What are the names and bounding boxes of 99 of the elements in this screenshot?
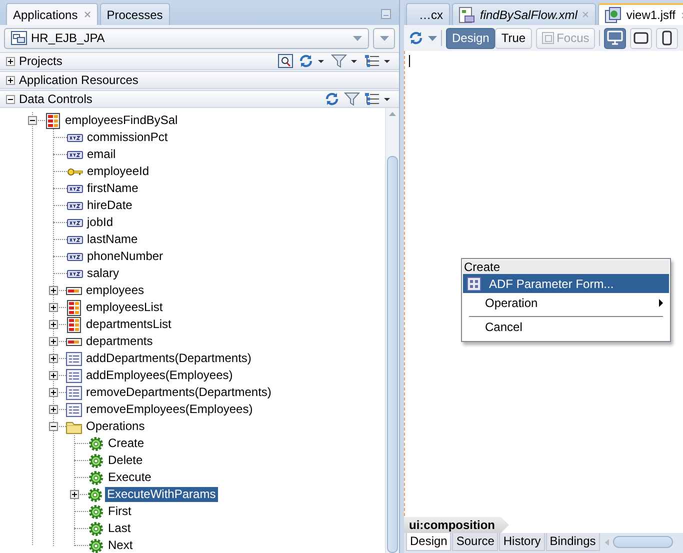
table-icon (45, 112, 61, 128)
refresh-icon[interactable] (408, 30, 424, 46)
method-icon (66, 368, 82, 384)
scrollbar-thumb[interactable] (387, 156, 398, 553)
tree-item[interactable]: lastName (85, 232, 140, 247)
refresh-icon[interactable] (298, 53, 314, 69)
expand-toggle[interactable] (49, 337, 58, 346)
gear-icon (87, 486, 103, 502)
tree-item[interactable]: phoneNumber (85, 249, 166, 264)
editor-mode-tab[interactable]: Source (452, 533, 498, 551)
monitor-icon (607, 30, 624, 46)
tree-item[interactable]: ExecuteWithParams (105, 487, 218, 502)
expand-toggle[interactable] (49, 320, 58, 329)
tree-item[interactable]: First (106, 504, 134, 519)
tree-item[interactable]: employees (84, 283, 146, 298)
tree-item[interactable]: removeEmployees(Employees) (84, 402, 255, 417)
gear-icon (88, 452, 104, 468)
tree-item[interactable]: jobId (85, 215, 116, 230)
focus-icon (542, 32, 554, 44)
editor-tab[interactable]: …cx (406, 3, 450, 25)
breadcrumb[interactable]: ui:composition (404, 517, 509, 533)
scrollbar-thumb[interactable] (612, 536, 673, 548)
expand-toggle[interactable] (49, 303, 58, 312)
editor-mode-tab[interactable]: Design (406, 533, 452, 551)
method-icon (66, 384, 82, 400)
editor-mode-tab[interactable]: Bindings (546, 533, 600, 551)
dropdown-icon[interactable] (428, 36, 437, 40)
tree-item[interactable]: employeeId (85, 164, 152, 179)
menu-button[interactable] (373, 28, 395, 48)
expand-toggle[interactable] (49, 354, 58, 363)
gear-icon (88, 520, 104, 536)
expand-toggle[interactable] (6, 76, 15, 84)
flow-file-icon (459, 6, 475, 22)
tree-item[interactable]: departments (84, 334, 155, 349)
tree-item[interactable]: Next (106, 538, 135, 553)
tree-item[interactable]: email (85, 147, 118, 162)
text-cursor (409, 55, 410, 67)
editor-tab[interactable]: findBySalFlow.xml (452, 3, 596, 25)
page-file-icon (605, 7, 622, 23)
tree-item[interactable]: salary (85, 266, 122, 281)
expand-toggle[interactable] (70, 490, 79, 499)
expand-toggle[interactable] (49, 405, 58, 414)
form-icon (467, 276, 481, 290)
dropdown-icon (380, 36, 388, 40)
tablet-icon (633, 30, 650, 46)
method-icon (66, 402, 82, 418)
dropdown-icon (353, 36, 362, 40)
editor-tab[interactable]: view1.jsff (598, 3, 683, 25)
menu-item[interactable]: ADF Parameter Form... (463, 274, 669, 293)
caret-icon[interactable] (318, 60, 324, 62)
method-icon (66, 350, 82, 366)
tree-item[interactable]: Execute (106, 470, 154, 485)
tree-item[interactable]: hireDate (85, 198, 134, 213)
filter-icon[interactable] (331, 53, 347, 69)
application-dropdown[interactable]: HR_EJB_JPA (4, 28, 369, 48)
expand-toggle[interactable] (6, 56, 15, 66)
toolbar-button[interactable]: True (495, 28, 532, 48)
scrollbar[interactable] (385, 108, 399, 553)
expand-toggle[interactable] (49, 286, 58, 295)
design-canvas[interactable]: Create ADF Parameter Form... Operation Cancel (404, 51, 683, 516)
gear-icon (88, 504, 104, 520)
caret-icon[interactable] (384, 98, 390, 100)
tree-item[interactable]: departmentsList (84, 317, 174, 332)
menu-item[interactable]: Operation (463, 293, 669, 312)
editor-mode-tab[interactable]: History (499, 533, 545, 551)
expand-toggle[interactable] (6, 94, 15, 104)
expand-toggle[interactable] (49, 388, 58, 397)
tree-layout-icon[interactable] (364, 91, 380, 107)
caret-icon[interactable] (384, 60, 390, 62)
tree-item[interactable]: Create (106, 436, 146, 451)
tree-item[interactable]: employeesFindBySal (63, 113, 180, 128)
table-icon (66, 300, 82, 316)
panel-tab[interactable]: Applications (6, 3, 98, 25)
tree-item[interactable]: Operations (84, 419, 147, 434)
table-icon (66, 316, 82, 332)
gear-icon (88, 470, 104, 486)
expand-toggle[interactable] (28, 116, 37, 125)
close-icon[interactable] (84, 11, 91, 18)
expand-toggle[interactable] (49, 422, 58, 431)
tree-item[interactable]: addEmployees(Employees) (84, 368, 235, 383)
tree-layout-icon[interactable] (364, 53, 380, 69)
tree-item[interactable]: commissionPct (85, 130, 170, 145)
panel-tab[interactable]: Processes (100, 3, 170, 25)
tree-item[interactable]: Delete (106, 453, 145, 468)
device-button[interactable] (604, 28, 626, 48)
caret-icon[interactable] (351, 60, 357, 62)
application-icon (11, 31, 27, 45)
tree-item[interactable]: addDepartments(Departments) (84, 351, 254, 366)
gear-icon (88, 436, 104, 452)
tree-item[interactable]: employeesList (84, 300, 165, 315)
toolbar-button[interactable]: Design (446, 28, 496, 48)
refresh-icon[interactable] (324, 91, 340, 107)
tree-item[interactable]: Last (106, 521, 133, 536)
expand-toggle[interactable] (49, 371, 58, 380)
tree-item[interactable]: firstName (85, 181, 140, 196)
menu-header: Create (463, 260, 669, 274)
tree-item[interactable]: removeDepartments(Departments) (84, 385, 274, 400)
submenu-arrow-icon (659, 298, 663, 306)
search-icon[interactable] (278, 53, 294, 69)
